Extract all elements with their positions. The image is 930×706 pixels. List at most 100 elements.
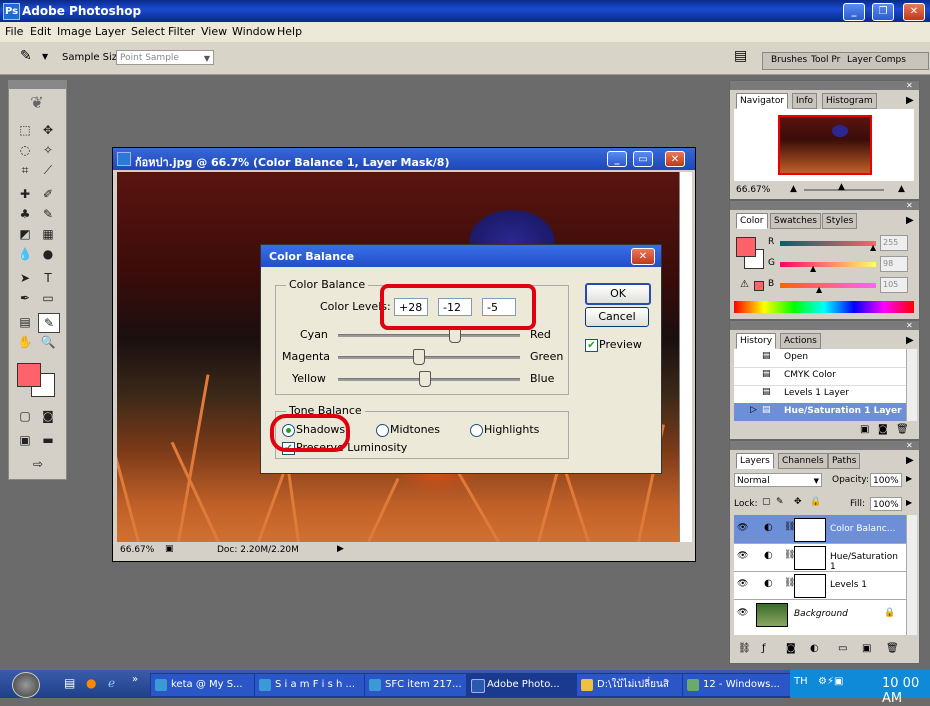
- healing-brush-icon[interactable]: ✚: [15, 185, 35, 203]
- firefox-icon[interactable]: ●: [86, 676, 96, 690]
- zoom-out-icon[interactable]: ▲: [790, 184, 797, 194]
- zoom-in-icon[interactable]: ▲: [898, 184, 905, 194]
- status-menu-icon[interactable]: ▣: [165, 544, 174, 554]
- midtones-label[interactable]: Midtones: [390, 423, 440, 436]
- path-select-icon[interactable]: ➤: [15, 269, 35, 287]
- tab-layers[interactable]: Layers: [736, 453, 774, 469]
- clock[interactable]: 10 00 AM: [882, 676, 930, 706]
- channel-g-thumb[interactable]: ▲: [810, 264, 816, 273]
- screen-mode-standard-icon[interactable]: ▣: [15, 431, 35, 449]
- quick-mask-icon[interactable]: ◙: [38, 407, 58, 425]
- navigator-zoom[interactable]: 66.67%: [736, 185, 770, 195]
- channel-b-thumb[interactable]: ▲: [816, 285, 822, 294]
- tab-histogram[interactable]: Histogram: [822, 93, 877, 109]
- toolbox-grip[interactable]: [9, 81, 66, 89]
- trash-icon[interactable]: 🗑: [896, 424, 909, 435]
- layer-mask-thumbnail[interactable]: [794, 574, 826, 598]
- new-adjustment-layer-icon[interactable]: ◐: [810, 643, 819, 654]
- gamut-warning-icon[interactable]: ⚠: [740, 279, 749, 290]
- lock-position-icon[interactable]: ✥: [794, 497, 802, 507]
- layer-style-icon[interactable]: ƒ: [762, 643, 766, 654]
- new-snapshot-icon[interactable]: ◙: [878, 424, 888, 435]
- jump-to-imageready-icon[interactable]: ⇨: [23, 455, 53, 473]
- document-vertical-scrollbar[interactable]: [679, 172, 692, 542]
- menu-edit[interactable]: Edit: [30, 25, 51, 38]
- history-item[interactable]: ▤ CMYK Color: [734, 367, 906, 386]
- menu-file[interactable]: File: [5, 25, 23, 38]
- channel-b-ramp[interactable]: [780, 283, 876, 288]
- delete-layer-icon[interactable]: 🗑: [886, 643, 899, 654]
- eyedropper-icon[interactable]: ✎: [20, 48, 32, 64]
- layer-mask-thumbnail[interactable]: [794, 518, 826, 542]
- quicklaunch-more-icon[interactable]: »: [132, 674, 138, 685]
- notes-tool-icon[interactable]: ▤: [15, 313, 35, 331]
- sample-size-select[interactable]: Point Sample ▼: [116, 50, 214, 65]
- standard-mode-icon[interactable]: ▢: [15, 407, 35, 425]
- panel-menu-icon[interactable]: ▶: [906, 95, 914, 106]
- highlights-radio[interactable]: [470, 424, 483, 437]
- tab-swatches[interactable]: Swatches: [770, 213, 821, 229]
- add-mask-icon[interactable]: ◙: [786, 643, 796, 654]
- menu-window[interactable]: Window: [232, 25, 275, 38]
- eye-icon[interactable]: 👁: [737, 579, 748, 589]
- menu-view[interactable]: View: [201, 25, 227, 38]
- channel-r-input[interactable]: 255: [880, 235, 908, 251]
- zoom-slider-thumb[interactable]: ▲: [838, 182, 845, 192]
- color-fg-swatch[interactable]: [736, 237, 756, 257]
- clone-stamp-icon[interactable]: ♣: [15, 205, 35, 223]
- preview-checkbox[interactable]: ✔: [585, 339, 598, 352]
- channel-b-input[interactable]: 105: [880, 277, 908, 293]
- tab-color[interactable]: Color: [736, 213, 768, 229]
- shape-tool-icon[interactable]: ▭: [38, 289, 58, 307]
- blend-mode-select[interactable]: Normal ▼: [734, 473, 822, 487]
- fill-input[interactable]: 100%: [870, 497, 902, 511]
- eye-icon[interactable]: 👁: [737, 608, 748, 618]
- new-layer-icon[interactable]: ▣: [862, 643, 871, 654]
- tray-icons[interactable]: ⚙⚡▣: [818, 676, 843, 687]
- close-icon[interactable]: ✕: [906, 441, 913, 450]
- cyan-red-slider-track[interactable]: [338, 334, 520, 337]
- gradient-tool-icon[interactable]: ▦: [38, 225, 58, 243]
- highlights-label[interactable]: Highlights: [484, 423, 539, 436]
- tab-paths[interactable]: Paths: [828, 453, 861, 469]
- close-icon[interactable]: ✕: [906, 201, 913, 210]
- layer-name[interactable]: Hue/Saturation 1: [830, 552, 906, 572]
- lock-all-icon[interactable]: 🔒: [810, 497, 821, 507]
- lasso-tool-icon[interactable]: ◌: [15, 141, 35, 159]
- layer-mask-thumbnail[interactable]: [794, 546, 826, 570]
- tab-actions[interactable]: Actions: [780, 333, 821, 349]
- minimize-button[interactable]: _: [843, 3, 865, 21]
- panel-grip[interactable]: [730, 201, 919, 210]
- doc-maximize-button[interactable]: ▭: [633, 151, 653, 167]
- channel-g-input[interactable]: 98: [880, 256, 908, 272]
- channel-g-ramp[interactable]: [780, 262, 876, 267]
- magenta-green-slider-thumb[interactable]: [413, 349, 426, 365]
- opacity-arrow-icon[interactable]: ▶: [906, 474, 912, 483]
- channel-r-ramp[interactable]: [780, 241, 876, 246]
- menu-filter[interactable]: Filter: [168, 25, 195, 38]
- ie-icon[interactable]: ℯ: [108, 676, 115, 690]
- history-item[interactable]: ▤ Open: [734, 349, 906, 368]
- menu-help[interactable]: Help: [277, 25, 302, 38]
- layer-row[interactable]: 👁 ◐ ⛓ Hue/Saturation 1: [734, 543, 906, 572]
- tab-channels[interactable]: Channels: [778, 453, 828, 469]
- hand-tool-icon[interactable]: ✋: [15, 333, 35, 351]
- menu-image[interactable]: Image: [57, 25, 91, 38]
- ok-button[interactable]: OK: [585, 283, 651, 305]
- layer-name[interactable]: Color Balanc...: [830, 524, 895, 534]
- background-layer-thumbnail[interactable]: [756, 603, 788, 627]
- file-browser-icon[interactable]: ▤: [734, 48, 747, 64]
- taskbar-item-active[interactable]: Adobe Photo...: [466, 673, 588, 697]
- history-item-selected[interactable]: ▷ ▤ Hue/Saturation 1 Layer: [734, 403, 906, 421]
- layer-name[interactable]: Background: [794, 609, 848, 619]
- document-zoom[interactable]: 66.67%: [120, 545, 154, 555]
- eraser-tool-icon[interactable]: ◩: [15, 225, 35, 243]
- panel-grip[interactable]: [730, 81, 919, 90]
- taskbar-item[interactable]: keta @ My S...: [150, 673, 268, 697]
- taskbar-item[interactable]: S i a m F i s h ...: [254, 673, 382, 697]
- type-tool-icon[interactable]: T: [38, 269, 58, 287]
- marquee-tool-icon[interactable]: ⬚: [15, 121, 35, 139]
- link-layers-icon[interactable]: ⛓: [738, 643, 751, 654]
- dialog-close-button[interactable]: ✕: [631, 248, 655, 265]
- pen-tool-icon[interactable]: ✒: [15, 289, 35, 307]
